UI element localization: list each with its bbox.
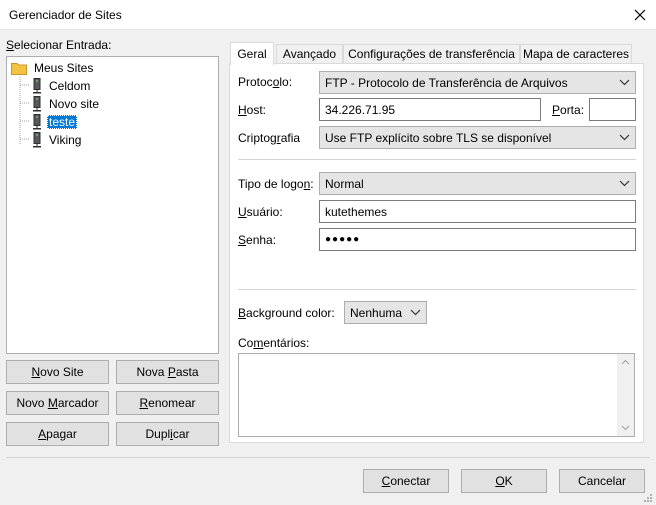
folder-icon — [11, 62, 27, 75]
separator — [6, 457, 650, 458]
bg-color-value: Nenhuma — [350, 305, 403, 320]
tab-general[interactable]: Geral — [230, 42, 274, 65]
logon-type-label: Tipo de logon: — [238, 177, 314, 191]
host-label: Host: — [238, 103, 267, 117]
tree-item-celdom[interactable]: Celdom — [32, 77, 92, 94]
port-input[interactable] — [589, 98, 636, 121]
encryption-select[interactable]: Use FTP explícito sobre TLS se disponíve… — [319, 126, 636, 149]
server-icon — [33, 77, 41, 93]
chevron-down-icon — [619, 134, 630, 141]
scroll-up-icon — [621, 359, 630, 365]
protocol-label: Protocolo: — [238, 75, 293, 89]
server-icon — [33, 131, 41, 147]
tree-item-label: Meus Sites — [34, 60, 94, 75]
chevron-down-icon — [410, 309, 421, 316]
duplicate-button[interactable]: Dupl i car — [116, 422, 219, 446]
user-input[interactable]: kutethemes — [319, 200, 636, 223]
new-site-button[interactable]: Novo Site — [6, 360, 109, 384]
scrollbar[interactable] — [617, 354, 634, 436]
delete-button[interactable]: Apagar — [6, 422, 109, 446]
site-tree[interactable]: Meus Sites Celdom Novo site teste Viking — [6, 56, 219, 354]
close-icon — [634, 9, 646, 21]
new-bookmark-button[interactable]: Novo Marcador — [6, 391, 109, 415]
comments-label: Comentários: — [238, 336, 310, 350]
scroll-down-icon — [621, 425, 630, 431]
logon-type-select[interactable]: Normal — [319, 172, 636, 195]
tab-charset[interactable]: Mapa de caracteres — [520, 44, 632, 64]
server-icon — [33, 95, 41, 111]
tree-item-label: Novo site — [49, 96, 100, 111]
password-input[interactable]: ●●●●● — [319, 228, 636, 251]
close-button[interactable] — [626, 2, 654, 28]
protocol-select[interactable]: FTP - Protocolo de Transferência de Arqu… — [319, 71, 636, 94]
separator — [238, 159, 636, 160]
tab-advanced[interactable]: Avançado — [276, 44, 343, 64]
user-label: Usuário: — [238, 205, 283, 219]
tree-item-label: Viking — [49, 132, 82, 147]
rename-button[interactable]: Renomear — [116, 391, 219, 415]
ok-button[interactable]: OK — [461, 469, 547, 493]
tree-item-teste[interactable]: teste — [32, 113, 78, 130]
host-input[interactable]: 34.226.71.95 — [319, 98, 541, 121]
separator — [238, 289, 636, 290]
chevron-down-icon — [619, 180, 630, 187]
encryption-value: Use FTP explícito sobre TLS se disponíve… — [325, 130, 552, 145]
connect-button[interactable]: Conectar — [363, 469, 449, 493]
new-folder-button[interactable]: Nova Pasta — [116, 360, 219, 384]
select-entry-label: Selecionar Entrada: — [6, 38, 112, 52]
encryption-label: Criptografia — [238, 131, 301, 145]
resize-grip-icon[interactable] — [641, 491, 653, 503]
tab-transfer-settings[interactable]: Configurações de transferência — [343, 44, 520, 64]
chevron-down-icon — [619, 79, 630, 86]
logon-type-value: Normal — [325, 176, 364, 191]
tree-item-viking[interactable]: Viking — [32, 131, 83, 148]
password-label: Senha: — [238, 233, 277, 247]
port-label: Porta: — [552, 103, 585, 117]
tree-item-label: teste — [47, 114, 78, 129]
comments-textarea[interactable] — [238, 353, 635, 437]
bg-color-select[interactable]: Nenhuma — [344, 301, 427, 324]
bg-color-label: Background color: — [238, 306, 335, 320]
tree-item-root[interactable]: Meus Sites — [11, 59, 95, 76]
protocol-value: FTP - Protocolo de Transferência de Arqu… — [325, 75, 568, 90]
server-icon — [33, 113, 41, 129]
cancel-button[interactable]: Cancelar — [559, 469, 645, 493]
tree-item-novo-site[interactable]: Novo site — [32, 95, 101, 112]
tree-item-label: Celdom — [49, 78, 91, 93]
window-title: Gerenciador de Sites — [9, 8, 122, 22]
